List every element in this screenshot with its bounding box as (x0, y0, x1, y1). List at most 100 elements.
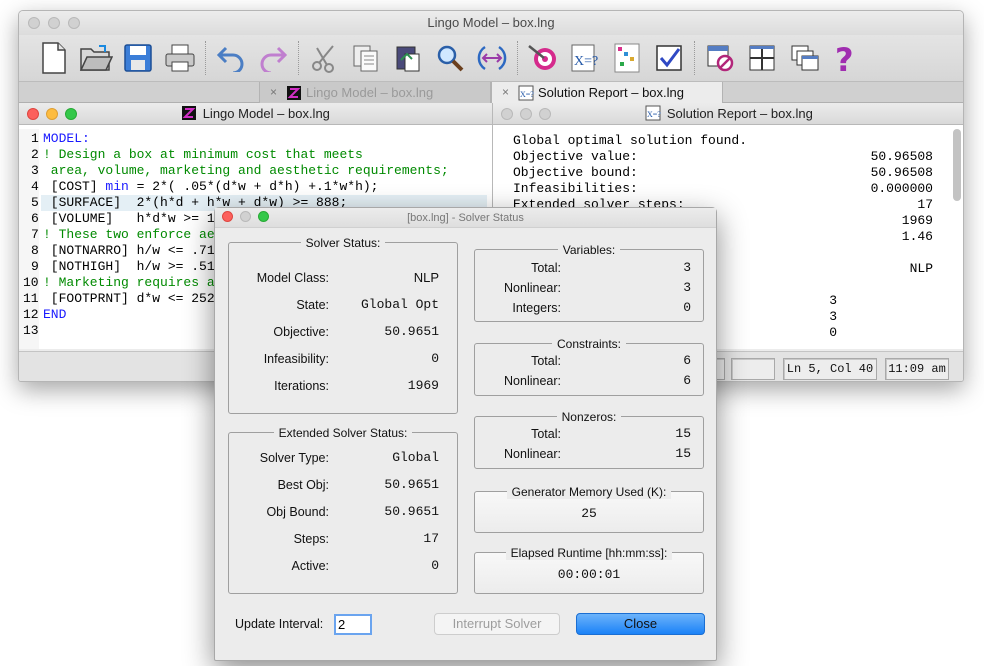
tab-lingo-model[interactable]: × Lingo Model – box.lng (259, 82, 491, 103)
matrix-picture-button[interactable] (606, 38, 648, 78)
cut-icon (312, 45, 334, 73)
model-pane-titlebar: Lingo Model – box.lng (19, 103, 492, 125)
open-folder-icon (79, 45, 113, 71)
close-pane-button[interactable] (501, 108, 513, 120)
report-doc-icon: X=? (518, 85, 534, 101)
cascade-icon (791, 45, 819, 71)
group-legend: Nonzeros: (556, 410, 622, 424)
code-line: ! Marketing requires a (43, 275, 215, 290)
model-doc-icon (287, 86, 301, 100)
update-interval-input[interactable] (334, 614, 372, 635)
minimize-pane-button[interactable] (46, 108, 58, 120)
print-button[interactable] (159, 38, 201, 78)
close-all-button[interactable] (699, 38, 741, 78)
solver-type-value: Global (392, 450, 439, 465)
nonzeros-total-value: 15 (675, 426, 691, 441)
find-button[interactable] (429, 38, 471, 78)
variables-integers-label: Integers: (512, 301, 561, 315)
constraints-group: Constraints: Total: 6 Nonlinear: 6 (474, 337, 704, 396)
undo-button[interactable] (210, 38, 252, 78)
model-class-value: NLP (413, 270, 439, 285)
close-dialog-button[interactable] (222, 211, 233, 222)
group-legend: Solver Status: (300, 236, 386, 250)
solver-status-dialog: [box.lng] - Solver Status Solver Status:… (214, 207, 717, 661)
tab-solution-report[interactable]: × X=? Solution Report – box.lng (491, 82, 723, 103)
cascade-button[interactable] (783, 38, 825, 78)
report-value: 0.000000 (870, 181, 933, 196)
pane-window-controls (501, 108, 551, 120)
zoom-pane-button[interactable] (539, 108, 551, 120)
line-number: 2 (31, 147, 39, 162)
solver-type-label: Solver Type: (259, 451, 329, 465)
code-line: [VOLUME] h*d*w >= 1 (43, 211, 215, 226)
cursor-position: Ln 5, Col 40 (783, 358, 877, 380)
check-button[interactable] (648, 38, 690, 78)
report-pane-titlebar: X=? Solution Report – box.lng (493, 103, 963, 125)
code-token: = 2*( .05*(d*w + d*h) +.1*w*h); (128, 179, 379, 194)
tile-button[interactable] (741, 38, 783, 78)
matrix-picture-icon (614, 43, 640, 73)
constraints-total-label: Total: (531, 354, 561, 368)
report-value: 0 (829, 325, 837, 340)
model-doc-icon (182, 106, 197, 120)
report-line: Global optimal solution found. (513, 133, 748, 148)
paste-button[interactable] (387, 38, 429, 78)
best-obj-value: 50.9651 (384, 477, 439, 492)
report-doc-icon: X=? (645, 105, 661, 121)
line-number: 3 (31, 163, 39, 178)
target-solve-icon (528, 45, 556, 70)
report-scrollbar[interactable] (953, 129, 961, 201)
report-value: 3 (829, 309, 837, 324)
save-button[interactable] (117, 38, 159, 78)
solve-button[interactable] (522, 38, 564, 78)
report-value: 50.96508 (870, 165, 933, 180)
model-pane-title: Lingo Model – box.lng (202, 106, 330, 121)
open-button[interactable] (75, 38, 117, 78)
group-legend: Constraints: (551, 337, 627, 351)
solution-button[interactable]: X=? (564, 38, 606, 78)
nonzeros-nonlinear-label: Nonlinear: (504, 447, 561, 461)
elapsed-runtime-value: 00:00:01 (557, 567, 621, 582)
help-button[interactable]: ? (825, 38, 867, 78)
variables-nonlinear-label: Nonlinear: (504, 281, 561, 295)
copy-button[interactable] (345, 38, 387, 78)
minimize-window-button[interactable] (48, 17, 60, 29)
redo-button[interactable] (252, 38, 294, 78)
new-file-button[interactable] (33, 38, 75, 78)
zoom-window-button[interactable] (68, 17, 80, 29)
variables-total-label: Total: (531, 261, 561, 275)
tab-close-icon[interactable]: × (270, 82, 277, 103)
close-button[interactable]: Close (576, 613, 705, 635)
nonzeros-group: Nonzeros: Total: 15 Nonlinear: 15 (474, 410, 704, 469)
code-token: [COST] (43, 179, 106, 194)
close-window-button[interactable] (28, 17, 40, 29)
infeasibility-value: 0 (431, 351, 439, 366)
line-number: 5 (31, 195, 39, 210)
group-legend: Elapsed Runtime [hh:mm:ss]: (505, 546, 673, 560)
goto-button[interactable] (471, 38, 513, 78)
window-titlebar: Lingo Model – box.lng (19, 11, 963, 35)
zoom-pane-button[interactable] (65, 108, 77, 120)
interrupt-solver-button[interactable]: Interrupt Solver (434, 613, 560, 635)
infeasibility-label: Infeasibility: (263, 352, 329, 366)
close-pane-button[interactable] (27, 108, 39, 120)
toolbar: X=? ? (19, 35, 963, 81)
minimize-pane-button[interactable] (520, 108, 532, 120)
report-line: Objective bound: (513, 165, 638, 180)
cut-button[interactable] (303, 38, 345, 78)
tab-label: Solution Report – box.lng (538, 85, 684, 100)
code-line: [NOTNARRO] h/w <= .71 (43, 243, 215, 258)
solution-icon: X=? (571, 44, 598, 72)
update-interval-label: Update Interval: (235, 617, 324, 631)
iterations-label: Iterations: (274, 379, 329, 393)
line-number-gutter: 1 2 3 4 5 6 7 8 9 10 11 12 13 (19, 129, 39, 349)
group-legend: Variables: (557, 243, 621, 257)
line-number: 11 (23, 291, 39, 306)
tab-close-icon[interactable]: × (502, 82, 509, 103)
zoom-dialog-button[interactable] (258, 211, 269, 222)
status-cell (731, 358, 775, 380)
line-number: 1 (31, 131, 39, 146)
toolbar-separator (517, 41, 518, 75)
active-value: 0 (431, 558, 439, 573)
save-icon (124, 44, 152, 72)
